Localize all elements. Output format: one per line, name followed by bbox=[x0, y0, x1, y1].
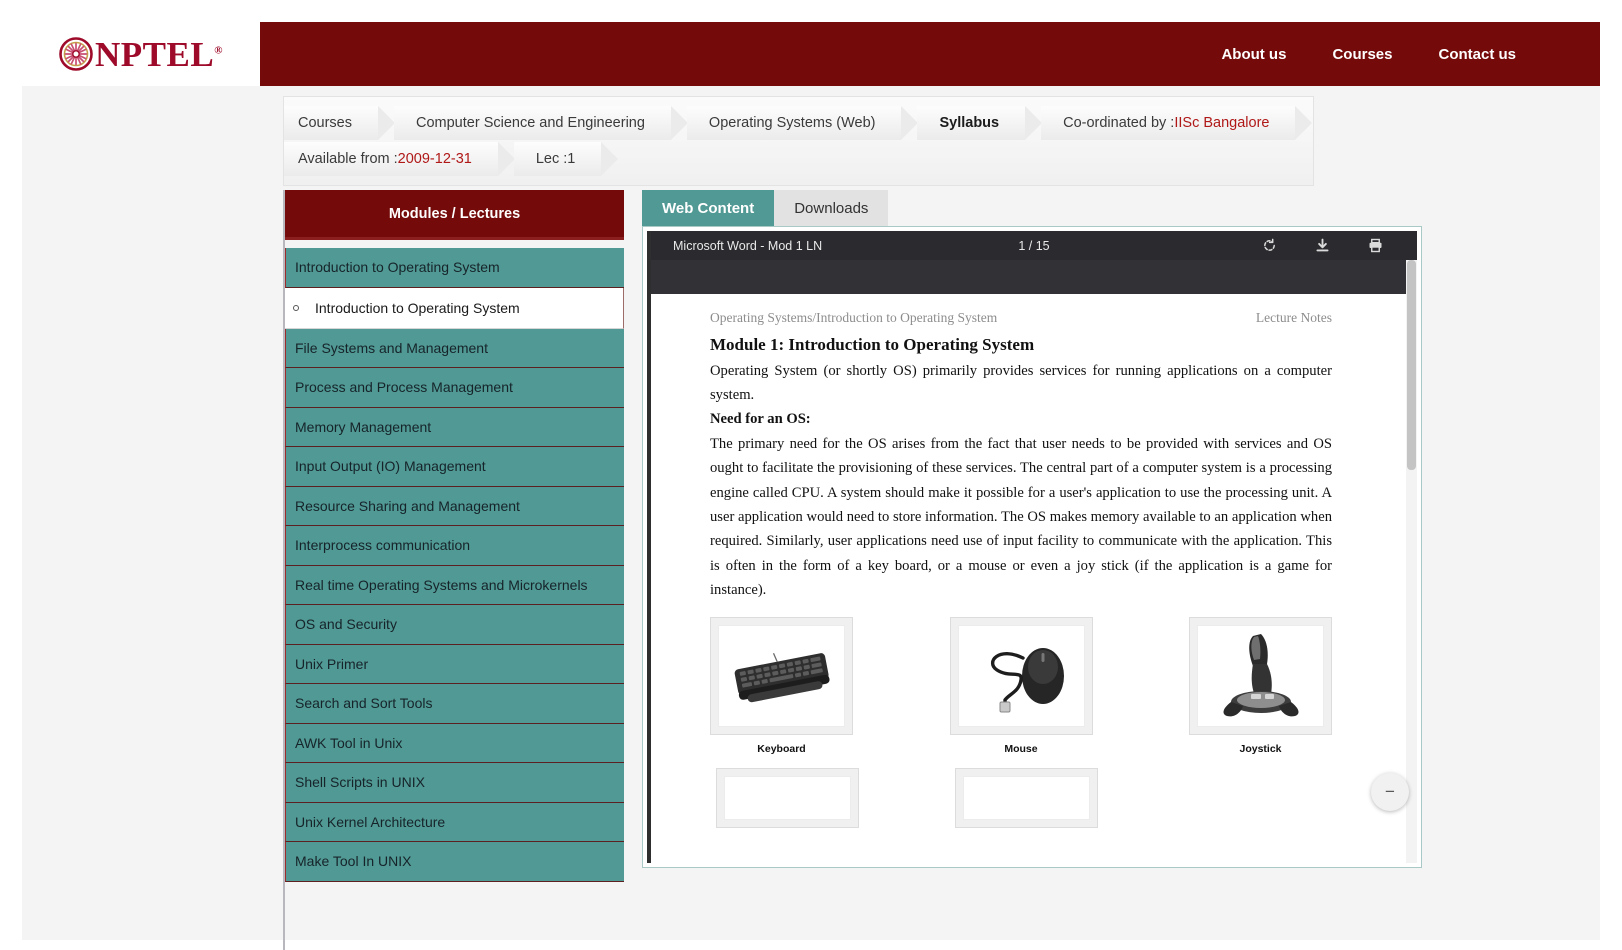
nptel-logo[interactable]: NPTEL® bbox=[59, 37, 223, 72]
nav-item-contact-us[interactable]: Contact us bbox=[1438, 46, 1516, 63]
pdf-viewer: Microsoft Word - Mod 1 LN 1 / 15 Operati… bbox=[642, 226, 1422, 868]
figure-next-1-photo bbox=[724, 775, 851, 820]
figure-keyboard: Keyboard bbox=[710, 616, 853, 755]
breadcrumb-item-lecture-number[interactable]: Lec :1 bbox=[513, 142, 618, 176]
nav-item-about-us[interactable]: About us bbox=[1221, 46, 1286, 63]
content-tabs: Web Content Downloads bbox=[642, 190, 1422, 226]
modules-sidebar: Modules / Lectures Introduction to Opera… bbox=[283, 190, 624, 950]
sidebar-item-interprocess-communication[interactable]: Interprocess communication bbox=[285, 526, 624, 566]
figure-mouse-frame bbox=[949, 616, 1093, 735]
sidebar-item-introduction-to-operating-system[interactable]: Introduction to Operating System bbox=[285, 248, 624, 288]
document-subheading: Need for an OS: bbox=[710, 410, 811, 427]
sidebar-item-real-time-operating-systems[interactable]: Real time Operating Systems and Microker… bbox=[285, 565, 624, 605]
sidebar-item-search-and-sort-tools[interactable]: Search and Sort Tools bbox=[285, 684, 624, 724]
figure-next-2-frame bbox=[955, 767, 1098, 828]
breadcrumb-item-syllabus[interactable]: Syllabus bbox=[917, 106, 1042, 140]
document-paragraph-1: Operating System (or shortly OS) primari… bbox=[710, 363, 1332, 404]
sidebar-item-process-and-process-management[interactable]: Process and Process Management bbox=[285, 368, 624, 408]
download-icon[interactable] bbox=[1315, 238, 1330, 253]
content-pane: Web Content Downloads Microsoft Word - M… bbox=[642, 190, 1422, 868]
pdf-vertical-scrollbar[interactable] bbox=[1406, 260, 1417, 863]
pdf-toolbar-actions bbox=[1262, 238, 1383, 253]
breadcrumb-item-course[interactable]: Operating Systems (Web) bbox=[686, 106, 918, 140]
document-figure-row: Keyboard Mouse Joystick bbox=[710, 616, 1332, 755]
figure-caption-joystick: Joystick bbox=[1239, 742, 1282, 755]
lecture-document: Operating Systems/Introduction to Operat… bbox=[664, 294, 1378, 828]
rotate-icon[interactable] bbox=[1262, 238, 1277, 253]
sidebar-item-file-systems-and-management[interactable]: File Systems and Management bbox=[285, 328, 624, 368]
sidebar-lecture-label: Introduction to Operating System bbox=[315, 299, 520, 316]
document-header-left: Operating Systems/Introduction to Operat… bbox=[710, 310, 998, 325]
sidebar-item-unix-primer[interactable]: Unix Primer bbox=[285, 644, 624, 684]
sidebar-header: Modules / Lectures bbox=[285, 190, 624, 240]
mouse-photo bbox=[957, 624, 1085, 727]
breadcrumb-item-coordinator[interactable]: Co-ordinated by : IISc Bangalore bbox=[1041, 106, 1313, 140]
nptel-wheel-icon bbox=[59, 37, 93, 71]
tab-web-content[interactable]: Web Content bbox=[642, 190, 775, 226]
sidebar-item-unix-kernel-architecture[interactable]: Unix Kernel Architecture bbox=[285, 802, 624, 842]
pdf-viewer-frame: Microsoft Word - Mod 1 LN 1 / 15 Operati… bbox=[647, 231, 1417, 863]
available-from-date: 2009-12-31 bbox=[397, 151, 472, 167]
main-navigation: About us Courses Contact us bbox=[260, 22, 1600, 86]
breadcrumb-row-primary: Courses Computer Science and Engineering… bbox=[284, 105, 1313, 141]
sidebar-item-memory-management[interactable]: Memory Management bbox=[285, 407, 624, 447]
registered-mark: ® bbox=[214, 43, 223, 56]
sidebar-item-input-output-management[interactable]: Input Output (IO) Management bbox=[285, 447, 624, 487]
print-icon[interactable] bbox=[1368, 238, 1383, 253]
page-body: Courses Computer Science and Engineering… bbox=[22, 86, 1600, 950]
sidebar-item-resource-sharing-and-management[interactable]: Resource Sharing and Management bbox=[285, 486, 624, 526]
breadcrumb-item-department[interactable]: Computer Science and Engineering bbox=[394, 106, 688, 140]
document-paragraph-2: The primary need for the OS arises from … bbox=[710, 435, 1332, 599]
document-running-header: Operating Systems/Introduction to Operat… bbox=[710, 294, 1332, 326]
coordinator-prefix: Co-ordinated by : bbox=[1063, 115, 1175, 131]
figure-mouse: Mouse bbox=[949, 616, 1093, 755]
sidebar-item-shell-scripts-in-unix[interactable]: Shell Scripts in UNIX bbox=[285, 763, 624, 803]
breadcrumb-item-available-from[interactable]: Available from : 2009-12-31 bbox=[284, 142, 515, 176]
bullet-icon bbox=[293, 304, 299, 311]
sidebar-item-os-and-security[interactable]: OS and Security bbox=[285, 605, 624, 645]
breadcrumb-item-courses[interactable]: Courses bbox=[284, 106, 395, 140]
logo-zone[interactable]: NPTEL® bbox=[22, 22, 260, 86]
nav-item-courses[interactable]: Courses bbox=[1332, 46, 1392, 63]
sidebar-item-make-tool-in-unix[interactable]: Make Tool In UNIX bbox=[285, 842, 624, 882]
document-figure-row-next bbox=[710, 767, 1332, 828]
available-from-prefix: Available from : bbox=[298, 151, 398, 167]
figure-next-1-frame bbox=[716, 767, 859, 828]
sidebar-header-gap bbox=[285, 240, 624, 248]
coordinator-institute: IISc Bangalore bbox=[1174, 115, 1270, 131]
pdf-toolbar: Microsoft Word - Mod 1 LN 1 / 15 bbox=[651, 231, 1417, 260]
document-title: Module 1: Introduction to Operating Syst… bbox=[710, 335, 1035, 354]
document-header-right: Lecture Notes bbox=[1255, 310, 1332, 325]
figure-next-2-photo bbox=[963, 775, 1090, 820]
sidebar-item-awk-tool-in-unix[interactable]: AWK Tool in Unix bbox=[285, 723, 624, 763]
figure-caption-mouse: Mouse bbox=[1004, 742, 1038, 755]
pdf-page-canvas: Operating Systems/Introduction to Operat… bbox=[664, 294, 1378, 863]
brand-name: NPTEL® bbox=[95, 34, 223, 74]
figure-caption-keyboard: Keyboard bbox=[757, 742, 806, 755]
pdf-scrollbar-thumb[interactable] bbox=[1407, 260, 1416, 470]
sidebar-lecture-introduction-to-operating-system[interactable]: Introduction to Operating System bbox=[285, 287, 624, 329]
figure-joystick: Joystick bbox=[1189, 616, 1332, 755]
breadcrumb-row-secondary: Available from : 2009-12-31 Lec :1 bbox=[284, 141, 1313, 177]
top-bar: NPTEL® About us Courses Contact us bbox=[22, 22, 1600, 86]
tab-downloads[interactable]: Downloads bbox=[774, 190, 889, 226]
pdf-viewer-backdrop bbox=[651, 260, 1417, 294]
figure-keyboard-frame bbox=[710, 616, 853, 735]
breadcrumb: Courses Computer Science and Engineering… bbox=[283, 96, 1314, 186]
keyboard-photo bbox=[718, 624, 845, 727]
zoom-out-button[interactable]: − bbox=[1371, 773, 1409, 811]
figure-joystick-frame bbox=[1189, 616, 1332, 735]
joystick-photo bbox=[1197, 624, 1324, 727]
